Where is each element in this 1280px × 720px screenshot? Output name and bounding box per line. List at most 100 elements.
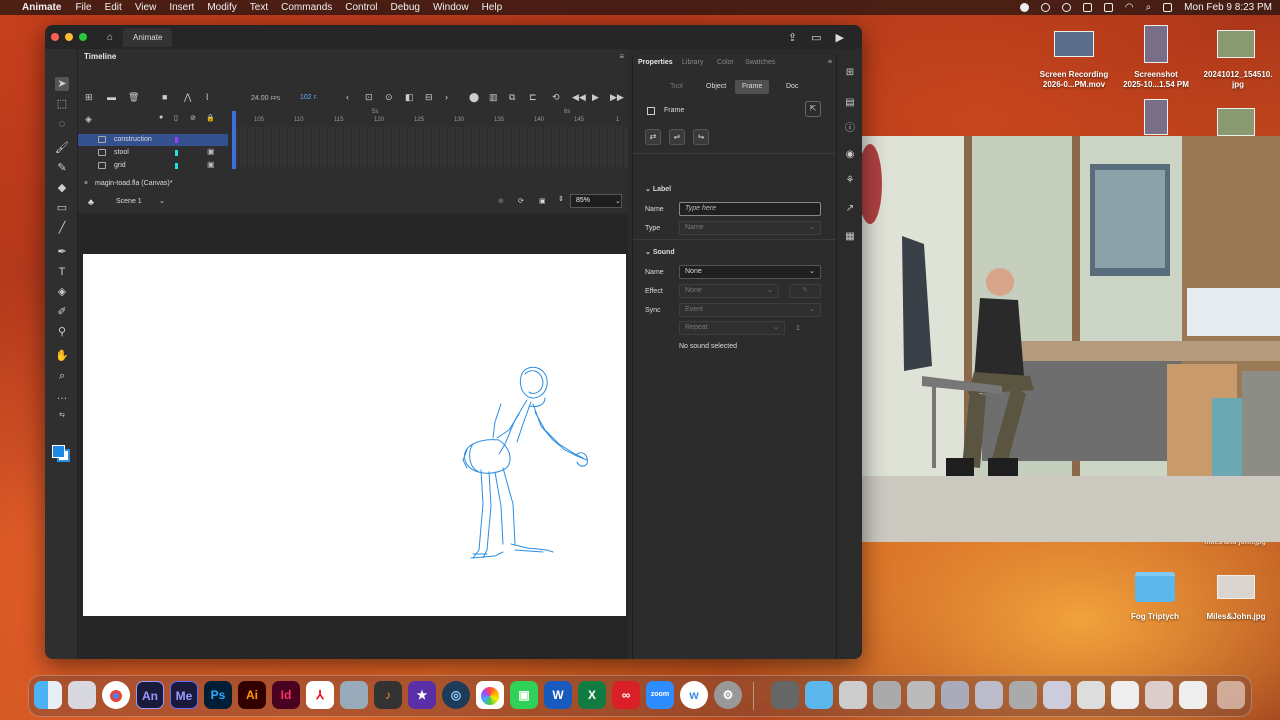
trash-icon[interactable]: [1217, 681, 1245, 709]
repeat-count[interactable]: 1: [796, 325, 800, 332]
menu-modify[interactable]: Modify: [207, 2, 236, 13]
step-forward-icon[interactable]: ▶▶: [610, 92, 624, 103]
screen-recording-thumb[interactable]: [1054, 31, 1094, 57]
menu-text[interactable]: Text: [250, 2, 268, 13]
dock-thumb-5[interactable]: [975, 681, 1003, 709]
finder-icon[interactable]: [34, 681, 62, 709]
label-type-select[interactable]: Name ⌄: [679, 221, 821, 235]
quicktime-icon[interactable]: ◎: [442, 681, 470, 709]
free-transform-icon[interactable]: ⬚: [55, 97, 69, 111]
stage-area[interactable]: [78, 214, 628, 659]
frame-grid[interactable]: [232, 127, 628, 167]
onion-skin-icon[interactable]: ⬤: [469, 92, 479, 103]
stroke-color-swatch[interactable]: [52, 445, 65, 458]
fps-value[interactable]: 24.00 FPS: [251, 95, 280, 102]
frame-option-3-icon[interactable]: ⇋: [693, 129, 709, 145]
pen-tool-icon[interactable]: ✒: [55, 245, 69, 259]
sync-select[interactable]: Event ⌄: [679, 303, 821, 317]
subtab-tool[interactable]: Tool: [663, 80, 690, 94]
tab-library[interactable]: Library: [682, 59, 703, 66]
lock-icon[interactable]: ▣: [207, 147, 215, 156]
launchpad-icon[interactable]: [68, 681, 96, 709]
subtab-doc[interactable]: Doc: [779, 80, 805, 94]
system-settings-icon[interactable]: ⚙: [714, 681, 742, 709]
search-icon[interactable]: ⌕: [1146, 2, 1152, 13]
new-folder-icon[interactable]: ▬: [107, 92, 116, 102]
center-frame-icon[interactable]: ⊏: [529, 92, 537, 103]
prev-keyframe-icon[interactable]: ‹: [346, 92, 349, 102]
menu-commands[interactable]: Commands: [281, 2, 332, 13]
graph-icon[interactable]: ⌇: [205, 92, 209, 103]
creative-cloud-icon[interactable]: [1040, 3, 1050, 12]
dock-thumb-2[interactable]: [873, 681, 901, 709]
frame-option-2-icon[interactable]: ⇌: [669, 129, 685, 145]
display-icon[interactable]: [1082, 3, 1092, 12]
dock-thumb-7[interactable]: [1043, 681, 1071, 709]
webex-icon[interactable]: w: [680, 681, 708, 709]
sound-section-header[interactable]: ⌄ Sound: [645, 248, 675, 256]
loop-icon[interactable]: ⟲: [552, 92, 560, 103]
animate-dock-icon[interactable]: An: [136, 681, 164, 709]
control-center-icon[interactable]: [1163, 3, 1173, 12]
layer-construction[interactable]: construction: [78, 134, 228, 146]
visibility-icon[interactable]: ⊘: [190, 114, 196, 122]
rotate-stage-icon[interactable]: ⟳: [518, 197, 524, 205]
document-tab[interactable]: × magin-toad.fla (Canvas)*: [78, 178, 628, 190]
pin-tool-icon[interactable]: ⚲: [55, 325, 69, 339]
hand-tool-icon[interactable]: ✋: [55, 349, 69, 363]
tab-properties[interactable]: Properties: [638, 59, 673, 66]
home-icon[interactable]: ⌂: [107, 32, 113, 43]
media-encoder-icon[interactable]: Me: [170, 681, 198, 709]
subtab-frame[interactable]: Frame: [735, 80, 770, 94]
tab-swatches[interactable]: Swatches: [745, 59, 775, 66]
next-keyframe-icon[interactable]: ›: [445, 92, 448, 102]
eyedropper-icon[interactable]: ✐: [55, 305, 69, 319]
insert-keyframe-icon[interactable]: ⊡: [365, 92, 373, 103]
folder-icon[interactable]: [1135, 572, 1175, 602]
menu-clock[interactable]: Mon Feb 9 8:23 PM: [1184, 2, 1272, 13]
scene-dropdown-icon[interactable]: ⌄: [159, 197, 165, 205]
acrobat-icon[interactable]: ⅄: [306, 681, 334, 709]
lock-all-icon[interactable]: 🔒: [206, 114, 215, 122]
dock-thumb-11[interactable]: [1179, 681, 1207, 709]
brush-tool-icon[interactable]: 🖌: [55, 141, 69, 155]
creative-cloud-dock-icon[interactable]: ∞: [612, 681, 640, 709]
desktop-icon-20241012[interactable]: 20241012_154510. jpg: [1194, 70, 1280, 90]
layer-stool[interactable]: stool ▣: [78, 147, 228, 159]
miles-john-thumb[interactable]: [1217, 575, 1255, 599]
desktop-icon-screen-recording[interactable]: Screen Recording 2026-0...PM.mov: [1030, 70, 1118, 90]
library-icon[interactable]: ▤: [844, 97, 856, 109]
illustrator-icon[interactable]: Ai: [238, 681, 266, 709]
chrome-icon[interactable]: [102, 681, 130, 709]
panel-menu-icon[interactable]: ≡: [619, 52, 624, 61]
dock-thumb-6[interactable]: [1009, 681, 1037, 709]
photos-icon[interactable]: [476, 681, 504, 709]
panel-menu-icon[interactable]: ≡: [828, 59, 832, 66]
tab-animate[interactable]: Animate: [123, 27, 173, 47]
desktop-icon-fog-triptych[interactable]: Fog Triptych: [1110, 612, 1200, 622]
snap-icon[interactable]: ⊕: [498, 197, 504, 205]
garageband-icon[interactable]: ♪: [374, 681, 402, 709]
dock-thumb-9[interactable]: [1111, 681, 1139, 709]
menu-view[interactable]: View: [135, 2, 157, 13]
current-frame[interactable]: 102 F: [300, 94, 317, 101]
subtab-object[interactable]: Object: [699, 80, 733, 94]
layer-color[interactable]: [175, 137, 178, 143]
menu-debug[interactable]: Debug: [391, 2, 420, 13]
close-button[interactable]: [51, 33, 59, 41]
highlight-icon[interactable]: ●: [159, 114, 163, 121]
new-layer-icon[interactable]: ⊞: [85, 92, 93, 103]
paint-bucket-icon[interactable]: ◈: [55, 285, 69, 299]
eraser-tool-icon[interactable]: ◆: [55, 181, 69, 195]
camera-icon[interactable]: ■: [162, 92, 167, 102]
menu-control[interactable]: Control: [345, 2, 377, 13]
zoom-stepper-icon[interactable]: ⇕: [558, 195, 564, 203]
layer-grid[interactable]: grid ▣: [78, 160, 228, 172]
wifi-icon[interactable]: ◠: [1125, 2, 1134, 13]
info-icon[interactable]: ⓘ: [844, 123, 856, 135]
text-tool-icon[interactable]: T: [55, 265, 69, 279]
color-icon[interactable]: ◉: [844, 149, 856, 161]
screenshot-thumb[interactable]: [1144, 25, 1168, 63]
swap-colors-icon[interactable]: ⇆: [55, 409, 69, 423]
menu-edit[interactable]: Edit: [105, 2, 122, 13]
